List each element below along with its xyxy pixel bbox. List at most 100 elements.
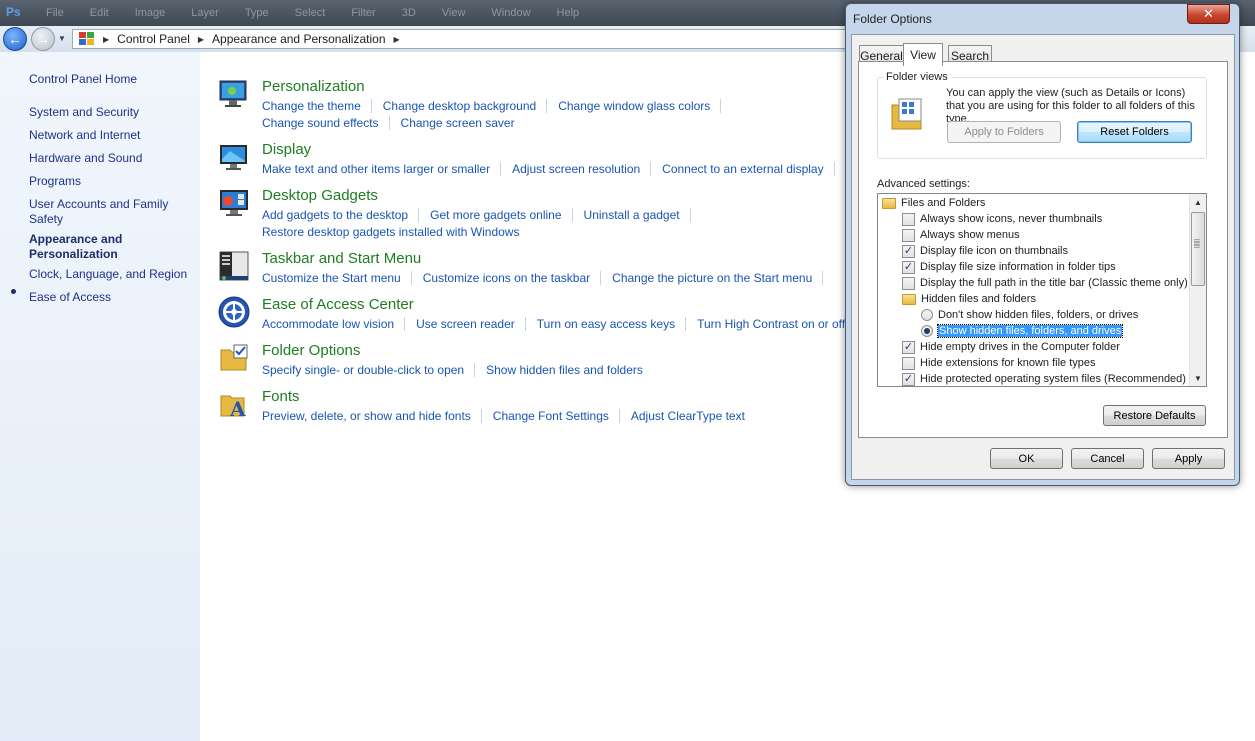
- radio-button-selected[interactable]: [921, 325, 933, 337]
- sidebar-item-user-accounts[interactable]: User Accounts and Family Safety: [29, 197, 189, 227]
- folder-icon: [882, 197, 896, 209]
- checkbox-checked[interactable]: ✓: [902, 244, 915, 258]
- menu-item[interactable]: File: [46, 7, 64, 19]
- tree-option[interactable]: Don't show hidden files, folders, or dri…: [921, 307, 1138, 323]
- sidebar-item-system-security[interactable]: System and Security: [29, 105, 139, 120]
- scroll-up-icon[interactable]: ▲: [1194, 198, 1202, 207]
- menu-item[interactable]: Help: [557, 7, 580, 19]
- link-sound-effects[interactable]: Change sound effects: [262, 116, 389, 130]
- link-cleartype[interactable]: Adjust ClearType text: [618, 408, 755, 423]
- link-preview-fonts[interactable]: Preview, delete, or show and hide fonts: [262, 409, 481, 423]
- cancel-button[interactable]: Cancel: [1071, 448, 1144, 469]
- menu-item[interactable]: Type: [245, 7, 269, 19]
- restore-defaults-button[interactable]: Restore Defaults: [1103, 405, 1206, 426]
- ok-button[interactable]: OK: [990, 448, 1063, 469]
- link-show-hidden-files[interactable]: Show hidden files and folders: [474, 362, 653, 377]
- tree-option-selected[interactable]: Show hidden files, folders, and drives: [921, 323, 1124, 339]
- category-title[interactable]: Personalization: [262, 78, 365, 95]
- folder-views-icon: [889, 95, 925, 131]
- breadcrumb[interactable]: ▶ Control Panel ▶ Appearance and Persona…: [72, 29, 852, 49]
- breadcrumb-arrow-icon[interactable]: ▶: [394, 35, 400, 44]
- advanced-settings-tree[interactable]: Files and Folders Always show icons, nev…: [877, 193, 1207, 387]
- sidebar-item-ease-of-access[interactable]: Ease of Access: [29, 290, 111, 305]
- link-screen-saver[interactable]: Change screen saver: [388, 115, 525, 130]
- reset-folders-button[interactable]: Reset Folders: [1077, 121, 1192, 143]
- link-uninstall-gadget[interactable]: Uninstall a gadget: [571, 207, 691, 222]
- arrow-right-icon: →: [36, 31, 50, 47]
- category-title[interactable]: Taskbar and Start Menu: [262, 250, 421, 267]
- tree-option[interactable]: ✓ Display file icon on thumbnails: [902, 243, 1068, 259]
- menu-item[interactable]: Layer: [191, 7, 219, 19]
- link-screen-resolution[interactable]: Adjust screen resolution: [500, 161, 650, 176]
- link-external-display[interactable]: Connect to an external display: [650, 161, 835, 176]
- link-window-glass-colors[interactable]: Change window glass colors: [546, 98, 722, 113]
- sidebar-item-appearance[interactable]: Appearance and Personalization: [29, 232, 149, 262]
- menu-item[interactable]: View: [442, 7, 466, 19]
- sidebar: Control Panel Home System and Security N…: [0, 52, 200, 741]
- link-taskbar-icons[interactable]: Customize icons on the taskbar: [410, 270, 600, 285]
- menu-item[interactable]: Window: [491, 7, 530, 19]
- sidebar-item-hardware[interactable]: Hardware and Sound: [29, 151, 142, 166]
- category-title[interactable]: Desktop Gadgets: [262, 187, 378, 204]
- checkbox[interactable]: [902, 276, 915, 290]
- link-access-keys[interactable]: Turn on easy access keys: [524, 316, 685, 331]
- checkbox-checked[interactable]: ✓: [902, 372, 915, 386]
- link-customize-start[interactable]: Customize the Start menu: [262, 271, 411, 285]
- checkbox[interactable]: [902, 212, 915, 226]
- close-button[interactable]: ✕: [1187, 4, 1230, 24]
- tree-option[interactable]: ✓ Display file size information in folder…: [902, 259, 1116, 275]
- tree-option[interactable]: ✓ Hide protected operating system files (…: [902, 371, 1186, 386]
- tree-option[interactable]: Display the full path in the title bar (…: [902, 275, 1188, 291]
- link-change-theme[interactable]: Change the theme: [262, 99, 371, 113]
- checkbox[interactable]: [902, 356, 915, 370]
- tree-scrollbar[interactable]: ▲ ═ ═ ═ ▼: [1189, 194, 1206, 386]
- category-title[interactable]: Ease of Access Center: [262, 296, 414, 313]
- tree-option[interactable]: ✓ Hide empty drives in the Computer folde…: [902, 339, 1120, 355]
- apply-to-folders-button[interactable]: Apply to Folders: [947, 121, 1061, 143]
- menu-item[interactable]: 3D: [402, 7, 416, 19]
- forward-button[interactable]: →: [31, 27, 55, 51]
- display-icon: [218, 141, 250, 173]
- tree-option[interactable]: Always show menus: [902, 227, 1020, 243]
- checkbox-checked[interactable]: ✓: [902, 260, 915, 274]
- checkbox-checked[interactable]: ✓: [902, 340, 915, 354]
- link-desktop-background[interactable]: Change desktop background: [370, 98, 546, 113]
- menu-item[interactable]: Edit: [90, 7, 109, 19]
- close-icon: ✕: [1203, 6, 1214, 21]
- menu-item[interactable]: Image: [135, 7, 166, 19]
- link-high-contrast[interactable]: Turn High Contrast on or off: [685, 316, 855, 331]
- scroll-down-icon[interactable]: ▼: [1194, 374, 1202, 383]
- link-low-vision[interactable]: Accommodate low vision: [262, 317, 404, 331]
- category-title[interactable]: Fonts: [262, 388, 300, 405]
- link-text-size[interactable]: Make text and other items larger or smal…: [262, 162, 500, 176]
- link-restore-gadgets[interactable]: Restore desktop gadgets installed with W…: [262, 225, 529, 239]
- menu-item[interactable]: Select: [295, 7, 326, 19]
- radio-button[interactable]: [921, 309, 933, 321]
- breadcrumb-appearance[interactable]: Appearance and Personalization: [212, 32, 385, 46]
- checkbox[interactable]: [902, 228, 915, 242]
- sidebar-item-programs[interactable]: Programs: [29, 174, 81, 189]
- link-more-gadgets[interactable]: Get more gadgets online: [418, 207, 571, 222]
- tree-option[interactable]: Hide extensions for known file types: [902, 355, 1095, 371]
- menu-item[interactable]: Filter: [351, 7, 375, 19]
- link-start-picture[interactable]: Change the picture on the Start menu: [600, 270, 824, 285]
- back-button[interactable]: ←: [3, 27, 27, 51]
- breadcrumb-arrow-icon: ▶: [197, 34, 205, 44]
- breadcrumb-control-panel[interactable]: Control Panel: [117, 32, 190, 46]
- link-font-settings[interactable]: Change Font Settings: [480, 408, 619, 423]
- taskbar-icon: [218, 250, 250, 282]
- link-add-gadgets[interactable]: Add gadgets to the desktop: [262, 208, 418, 222]
- sidebar-item-network[interactable]: Network and Internet: [29, 128, 140, 143]
- apply-button[interactable]: Apply: [1152, 448, 1225, 469]
- category-title[interactable]: Folder Options: [262, 342, 360, 359]
- recent-pages-dropdown[interactable]: ▼: [58, 34, 66, 43]
- personalization-icon: [218, 78, 250, 110]
- tree-option[interactable]: Always show icons, never thumbnails: [902, 211, 1102, 227]
- ease-of-access-icon: [218, 296, 250, 328]
- sidebar-control-panel-home[interactable]: Control Panel Home: [29, 72, 137, 87]
- link-single-double-click[interactable]: Specify single- or double-click to open: [262, 363, 474, 377]
- category-title[interactable]: Display: [262, 141, 311, 158]
- tab-view[interactable]: View: [903, 43, 943, 66]
- link-screen-reader[interactable]: Use screen reader: [404, 316, 525, 331]
- sidebar-item-clock-region[interactable]: Clock, Language, and Region: [29, 267, 187, 282]
